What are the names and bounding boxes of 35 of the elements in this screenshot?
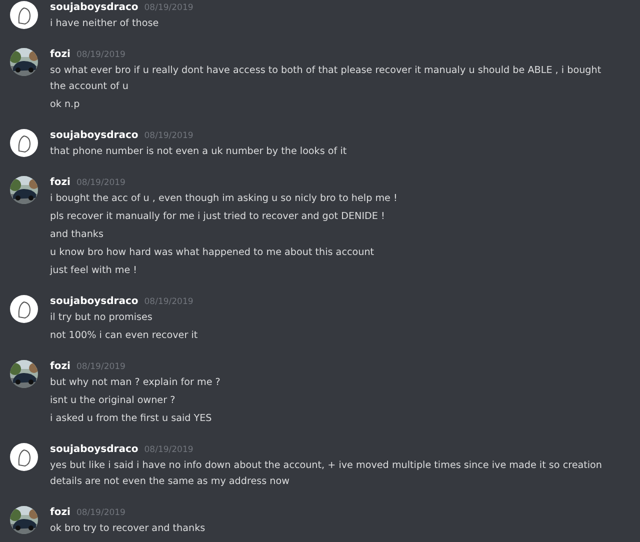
timestamp: 08/19/2019 [144,296,194,309]
avatar-icon [10,129,38,157]
username[interactable]: fozi [50,175,70,191]
message-text: and thanks [50,228,104,242]
message-text: yes but like i said i have no info down about the account, + ive moved multiple times since ive made it so creation details are not even the same as my address now [50,459,603,489]
username[interactable]: soujaboysdraco [50,442,138,458]
message-text: il try but no promises [50,311,154,325]
username[interactable]: fozi [50,359,70,375]
message-text: pls recover it manually for me i just tried to recover and got DENIDE ! [50,210,386,224]
avatar-icon [10,295,38,323]
message-text: i bought the acc of u , even though im asking u so nicly bro to help me ! [50,192,398,206]
message-text: isnt u the original owner ? [50,394,176,408]
message-text: i asked u from the first u said YES [50,412,213,426]
message-text: ok bro try to recover and thanks [50,522,206,536]
message-text: just feel with me ! [50,264,138,278]
avatar-icon [10,1,38,29]
message-text: i have neither of those [50,17,160,31]
message-text: that phone number is not even a uk number by the looks of it [50,145,348,159]
message-text: not 100% i can even recover it [50,329,199,343]
timestamp: 08/19/2019 [144,444,194,457]
message-text: ok n.p [50,98,81,112]
timestamp: 08/19/2019 [76,361,126,374]
username[interactable]: fozi [50,47,70,63]
timestamp: 08/19/2019 [76,177,126,190]
timestamp: 08/19/2019 [144,130,194,143]
avatar-icon [10,443,38,471]
username[interactable]: soujaboysdraco [50,294,138,310]
username[interactable]: soujaboysdraco [50,0,138,16]
message-text: u know bro how hard was what happened to me about this account [50,246,376,260]
timestamp: 08/19/2019 [144,2,194,15]
username[interactable]: fozi [50,505,70,521]
timestamp: 08/19/2019 [76,507,126,520]
message-text: but why not man ? explain for me ? [50,376,222,390]
timestamp: 08/19/2019 [76,49,126,62]
username[interactable]: soujaboysdraco [50,128,138,144]
